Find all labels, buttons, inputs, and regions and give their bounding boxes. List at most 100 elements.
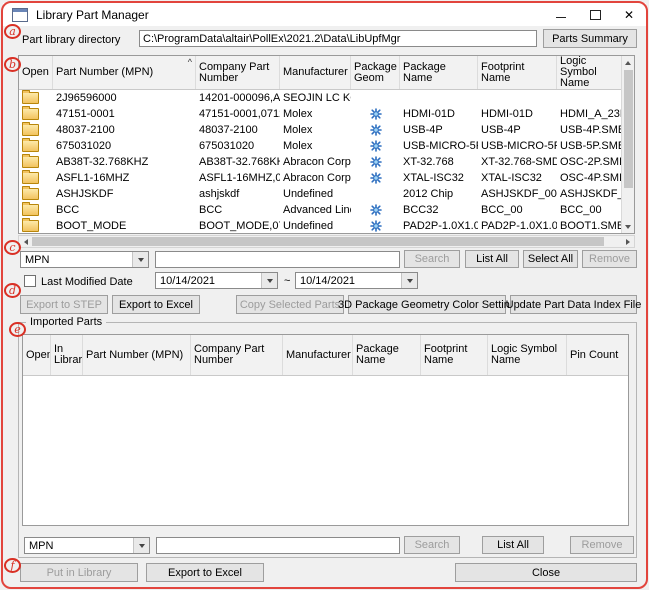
vertical-scrollbar[interactable] [621,56,634,233]
chevron-down-icon[interactable] [132,252,148,267]
search-field-select-top[interactable]: MPN [20,251,149,268]
library-parts-table[interactable]: Open Part Number (MPN)^ Company Part Num… [18,55,635,234]
cell-footprint: HDMI-01D [478,106,557,122]
chevron-down-icon[interactable] [261,273,277,288]
open-folder-icon[interactable] [22,124,39,136]
library-row[interactable]: BOOT_MODE BOOT_MODE,070 Undefined PAD2P-… [19,218,621,234]
col-package-name[interactable]: Package Name [400,56,478,89]
open-folder-icon[interactable] [22,220,39,232]
col-in-library[interactable]: In Library [51,335,83,375]
search-input-bottom[interactable] [156,537,400,554]
open-folder-icon[interactable] [22,204,39,216]
horizontal-scroll-thumb[interactable] [32,237,604,246]
cell-company: 675031020 [196,138,280,154]
chevron-down-icon[interactable] [401,273,417,288]
remove-button-top[interactable]: Remove [582,250,637,268]
close-dialog-button[interactable]: Close [455,563,637,582]
scroll-right-icon[interactable] [621,236,634,247]
package-geom-icon[interactable] [370,220,382,232]
update-part-data-index-button[interactable]: Update Part Data Index File [510,295,637,314]
library-row[interactable]: BCC BCC Advanced Linear BCC32 BCC_00 BCC… [19,202,621,218]
search-field-select-bottom[interactable]: MPN [24,537,150,554]
search-input-top[interactable] [155,251,400,268]
chevron-down-icon[interactable] [133,538,149,553]
library-row[interactable]: 675031020 675031020 Molex USB-MICRO-5P U… [19,138,621,154]
package-geom-icon[interactable] [370,140,382,152]
scroll-down-icon[interactable] [625,220,631,233]
cell-package: BCC32 [400,202,478,218]
open-folder-icon[interactable] [22,92,39,104]
library-row[interactable]: ASHJSKDF ashjskdf Undefined 2012 Chip AS… [19,186,621,202]
parts-summary-button[interactable]: Parts Summary [543,29,637,48]
open-folder-icon[interactable] [22,140,39,152]
cell-logic: HDMI_A_23P.SMB [557,106,621,122]
cell-package: USB-MICRO-5P [400,138,478,154]
package-geom-icon[interactable] [370,172,382,184]
cell-footprint: PAD2P-1.0X1.0 [478,218,557,234]
part-library-directory-field[interactable] [139,30,537,47]
library-row[interactable]: 48037-2100 48037-2100 Molex USB-4P USB-4… [19,122,621,138]
open-folder-icon[interactable] [22,108,39,120]
scroll-up-icon[interactable] [625,56,631,69]
last-modified-date-checkbox[interactable] [24,275,36,287]
search-button-bottom[interactable]: Search [404,536,460,554]
select-all-button[interactable]: Select All [523,250,578,268]
package-geom-icon[interactable] [370,124,382,136]
col-logic-symbol-name[interactable]: Logic Symbol Name [488,335,567,375]
export-to-excel-button-top[interactable]: Export to Excel [112,295,200,314]
export-to-excel-button-bottom[interactable]: Export to Excel [146,563,264,582]
open-folder-icon[interactable] [22,172,39,184]
col-company-part-number[interactable]: Company Part Number [191,335,283,375]
cell-manufacturer: Advanced Linear [280,202,351,218]
col-part-number[interactable]: Part Number (MPN) [83,335,191,375]
cell-package: USB-4P [400,122,478,138]
scroll-left-icon[interactable] [19,236,32,247]
cell-manufacturer: Abracon Corporat [280,154,351,170]
open-folder-icon[interactable] [22,188,39,200]
cell-package [400,90,478,106]
library-row[interactable]: ASFL1-16MHZ ASFL1-16MHZ,07 Abracon Corpo… [19,170,621,186]
remove-button-bottom[interactable]: Remove [570,536,634,554]
col-footprint-name[interactable]: Footprint Name [421,335,488,375]
put-in-library-button[interactable]: Put in Library [20,563,138,582]
package-geom-icon[interactable] [370,108,382,120]
cell-manufacturer: Molex [280,122,351,138]
col-manufacturer[interactable]: Manufacturer [280,56,351,89]
library-row[interactable]: 2J96596000 14201-000096,A, SEOJIN LC KOR… [19,90,621,106]
col-open[interactable]: Open [19,56,53,89]
list-all-button-bottom[interactable]: List All [482,536,544,554]
col-package-geom[interactable]: Package Geom [351,56,400,89]
imported-parts-title: Imported Parts [26,316,106,328]
minimize-button[interactable] [544,3,578,26]
copy-selected-parts-button[interactable]: Copy Selected Parts [236,295,344,314]
package-geom-icon[interactable] [370,156,382,168]
horizontal-scrollbar[interactable] [18,235,635,248]
search-field-value: MPN [25,254,49,266]
vertical-scroll-thumb[interactable] [624,70,633,188]
col-logic-symbol-name[interactable]: Logic Symbol Name [557,56,621,89]
library-row[interactable]: 47151-0001 47151-0001,0712 Molex HDMI-01… [19,106,621,122]
col-package-name[interactable]: Package Name [353,335,421,375]
col-company-part-number[interactable]: Company Part Number [196,56,280,89]
export-to-step-button[interactable]: Export to STEP [20,295,108,314]
imported-parts-table[interactable]: Open In Library Part Number (MPN) Compan… [22,334,629,526]
open-folder-icon[interactable] [22,156,39,168]
cell-mpn: ASHJSKDF [53,186,196,202]
library-row[interactable]: AB38T-32.768KHZ AB38T-32.768KH Abracon C… [19,154,621,170]
col-open[interactable]: Open [23,335,51,375]
maximize-button[interactable] [578,3,612,26]
col-pin-count[interactable]: Pin Count [567,335,628,375]
col-manufacturer[interactable]: Manufacturer [283,335,353,375]
cell-mpn: ASFL1-16MHZ [53,170,196,186]
close-button[interactable]: ✕ [612,3,646,26]
date-from-select[interactable]: 10/14/2021 [155,272,278,289]
package-geom-icon[interactable] [370,204,382,216]
annotation-f: f [4,558,21,573]
title-bar[interactable]: Library Part Manager ✕ [3,3,646,26]
list-all-button-top[interactable]: List All [465,250,519,268]
date-to-select[interactable]: 10/14/2021 [295,272,418,289]
package-geometry-color-setting-button[interactable]: 3D Package Geometry Color Setting [348,295,506,314]
search-button-top[interactable]: Search [404,250,460,268]
col-footprint-name[interactable]: Footprint Name [478,56,557,89]
col-part-number[interactable]: Part Number (MPN)^ [53,56,196,89]
